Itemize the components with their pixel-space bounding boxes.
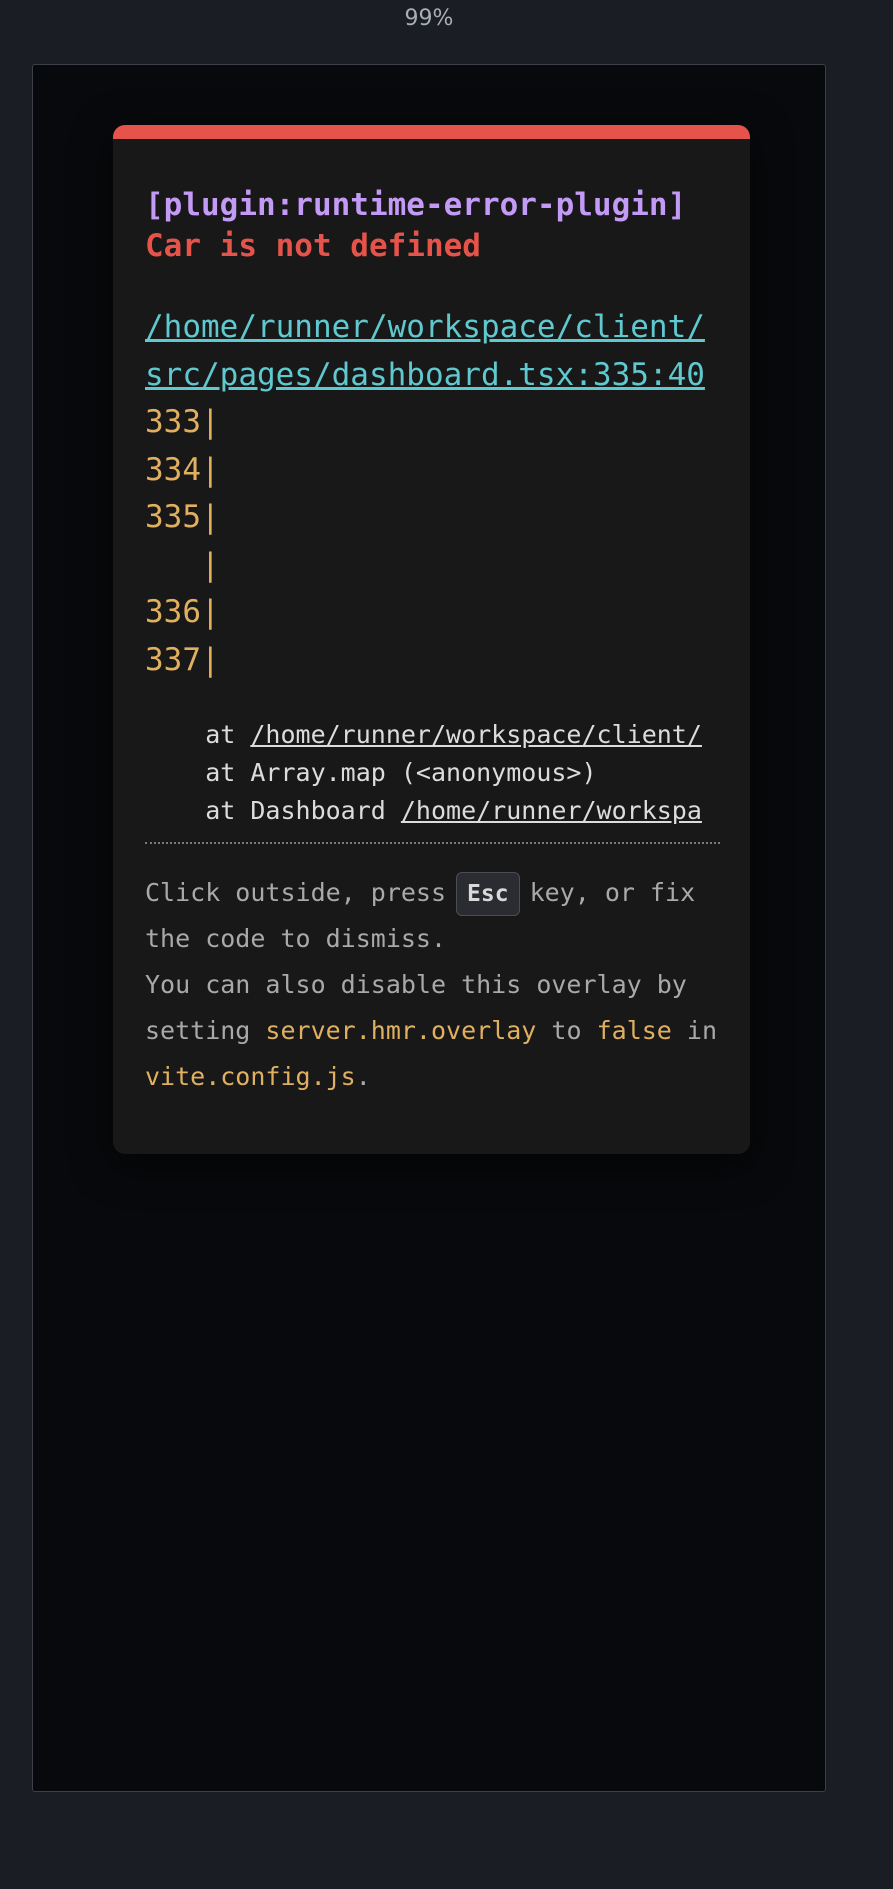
preview-frame[interactable]: [plugin:runtime-error-plugin] Car is not… <box>32 64 826 1792</box>
tip-text: to <box>551 1016 582 1045</box>
code-line: 336| <box>145 594 220 630</box>
stack-frame-text: at Dashboard <box>145 796 401 825</box>
zoom-level: 99% <box>404 6 454 31</box>
file-location-link[interactable]: /home/runner/workspace/client/src/pages/… <box>145 303 720 399</box>
dismiss-tip: Click outside, press Esc key, or fix the c… <box>145 870 720 1100</box>
tip-text: Click outside, press <box>145 878 447 907</box>
stack-frame-text: at <box>145 720 251 749</box>
stack-frame-link[interactable]: /home/runner/workspa <box>401 796 702 825</box>
divider <box>145 842 720 844</box>
code-line: | <box>145 546 220 583</box>
stack-trace: at /home/runner/workspace/client/ at Arr… <box>145 716 720 830</box>
tip-text: in <box>686 1016 718 1045</box>
code-line: 335| <box>145 499 220 535</box>
stack-frame: at /home/runner/workspace/client/ <box>145 716 720 754</box>
code-frame: 333| 334| 335| | 336| 337| <box>145 399 720 684</box>
plugin-name: [plugin:runtime-error-plugin] <box>145 187 687 223</box>
stack-frame: at Dashboard /home/runner/workspa <box>145 792 720 830</box>
error-overlay: [plugin:runtime-error-plugin] Car is not… <box>113 125 750 1154</box>
config-file-name: vite.config.js <box>145 1062 356 1091</box>
setting-name: server.hmr.overlay <box>265 1016 537 1045</box>
esc-key: Esc <box>456 872 520 916</box>
error-message: Car is not defined <box>145 228 481 264</box>
code-line: 334| <box>145 451 220 488</box>
stack-frame: at Array.map (<anonymous>) <box>145 754 720 792</box>
code-line: 333| <box>145 404 220 440</box>
setting-value: false <box>596 1016 672 1045</box>
stack-frame-text: at Array.map (<anonymous>) <box>145 758 597 787</box>
code-line: 337| <box>145 641 220 678</box>
tip-text: . <box>355 1062 371 1091</box>
stack-frame-link[interactable]: /home/runner/workspace/client/ <box>250 720 702 749</box>
